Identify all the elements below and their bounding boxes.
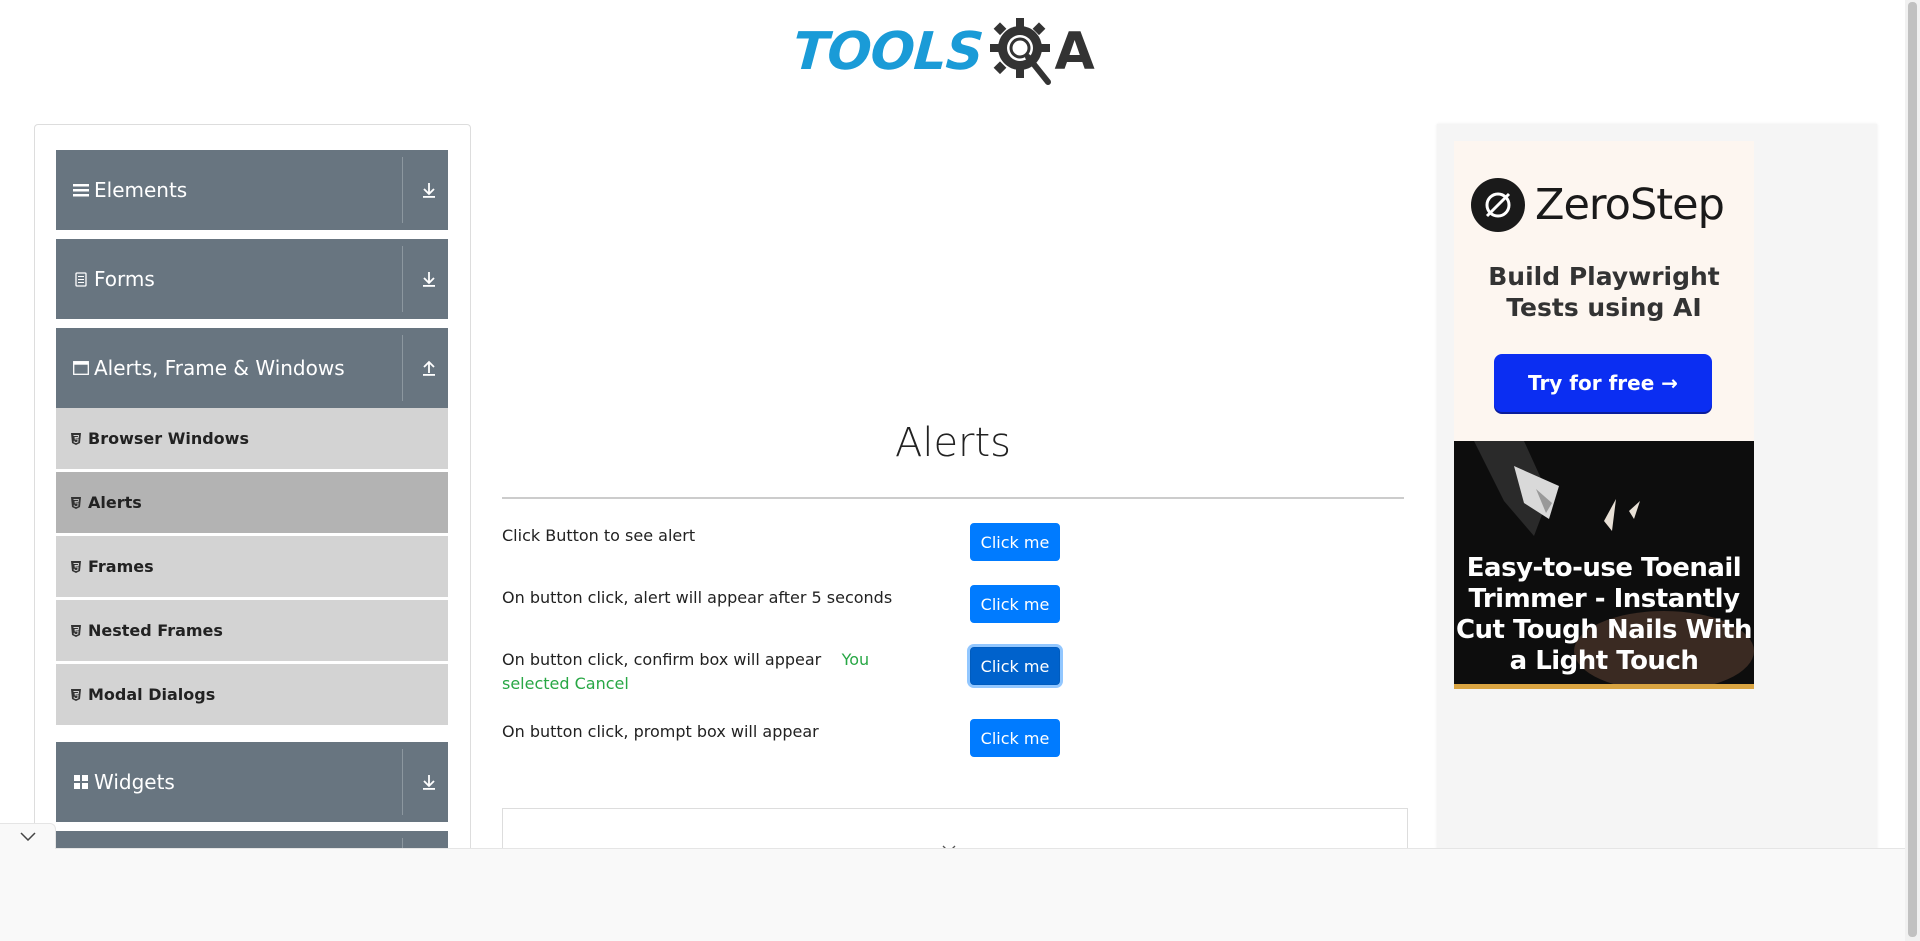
sidebar: Elements Forms Alerts, Frame & Windows B… xyxy=(34,124,471,864)
sidebar-item-label: Nested Frames xyxy=(88,621,223,640)
html5-icon xyxy=(71,624,81,637)
sidebar-group-widgets[interactable]: Widgets xyxy=(56,742,448,822)
alert-row-label: Click Button to see alert xyxy=(502,526,696,545)
alert-button[interactable]: Click me xyxy=(970,523,1060,561)
download-arrow-icon xyxy=(420,772,438,792)
html5-icon xyxy=(71,432,81,445)
zerostep-ad[interactable]: ZeroStep Build Playwright Tests using AI… xyxy=(1454,141,1754,441)
sidebar-item-modal-dialogs[interactable]: Modal Dialogs xyxy=(56,664,448,726)
html5-icon xyxy=(71,688,81,701)
bottom-ad-bar xyxy=(0,848,1905,941)
sidebar-item-label: Modal Dialogs xyxy=(88,685,216,704)
gear-magnifier-icon xyxy=(986,12,1058,92)
zerostep-logo-icon xyxy=(1471,178,1525,232)
html5-icon xyxy=(71,496,81,509)
vertical-scrollbar[interactable] xyxy=(1905,0,1920,941)
confirm-button[interactable]: Click me xyxy=(970,647,1060,685)
sidebar-group-alerts-frame-windows[interactable]: Alerts, Frame & Windows xyxy=(56,328,448,408)
prompt-button[interactable]: Click me xyxy=(970,719,1060,757)
sidebar-item-label: Frames xyxy=(88,557,154,576)
sidebar-group-label: Alerts, Frame & Windows xyxy=(94,356,345,380)
download-arrow-icon xyxy=(420,269,438,289)
sidebar-item-nested-frames[interactable]: Nested Frames xyxy=(56,600,448,662)
sidebar-group-elements[interactable]: Elements xyxy=(56,150,448,230)
zerostep-tagline: Build Playwright Tests using AI xyxy=(1488,262,1720,322)
header: TOOLS A xyxy=(0,0,1905,100)
grid-icon xyxy=(73,774,89,790)
divider xyxy=(402,157,403,223)
toenail-trimmer-ad[interactable]: Easy-to-use Toenail Trimmer - Instantly … xyxy=(1454,441,1754,689)
page-title: Alerts xyxy=(894,420,1012,466)
zerostep-logo: ZeroStep xyxy=(1471,178,1725,232)
sidebar-group-label: Widgets xyxy=(94,770,175,794)
try-for-free-button[interactable]: Try for free → xyxy=(1494,354,1712,412)
timer-alert-button[interactable]: Click me xyxy=(970,585,1060,623)
chevron-down-icon xyxy=(19,832,36,841)
sidebar-item-alerts[interactable]: Alerts xyxy=(56,472,448,534)
ad-stripe xyxy=(1454,684,1754,689)
divider xyxy=(402,246,403,312)
sidebar-group-forms[interactable]: Forms xyxy=(56,239,448,319)
sidebar-item-frames[interactable]: Frames xyxy=(56,536,448,598)
divider xyxy=(502,497,1404,499)
logo-text: TOOLS xyxy=(790,22,985,82)
sidebar-item-label: Browser Windows xyxy=(88,429,249,448)
sidebar-group-label: Forms xyxy=(94,267,155,291)
timer-alert-row-label: On button click, alert will appear after… xyxy=(502,588,893,607)
confirm-row-label: On button click, confirm box will appear… xyxy=(502,648,932,696)
divider xyxy=(402,749,403,815)
upload-arrow-icon xyxy=(420,358,438,378)
html5-icon xyxy=(71,560,81,573)
scrollbar-thumb[interactable] xyxy=(1908,2,1917,937)
logo-suffix: A xyxy=(1054,22,1095,82)
prompt-row-label: On button click, prompt box will appear xyxy=(502,722,819,741)
document-icon xyxy=(73,271,89,287)
download-arrow-icon xyxy=(420,180,438,200)
bottom-ad-toggle[interactable] xyxy=(0,823,56,849)
toolsqa-logo[interactable]: TOOLS A xyxy=(790,12,1095,92)
sidebar-item-label: Alerts xyxy=(88,493,142,512)
divider xyxy=(402,335,403,401)
window-icon xyxy=(73,360,89,376)
toenail-ad-text: Easy-to-use Toenail Trimmer - Instantly … xyxy=(1455,553,1753,676)
sidebar-group-label: Elements xyxy=(94,178,188,202)
hamburger-icon xyxy=(73,182,89,198)
confirm-label-text: On button click, confirm box will appear xyxy=(502,650,822,669)
zerostep-name: ZeroStep xyxy=(1535,180,1725,230)
sidebar-item-browser-windows[interactable]: Browser Windows xyxy=(56,408,448,470)
